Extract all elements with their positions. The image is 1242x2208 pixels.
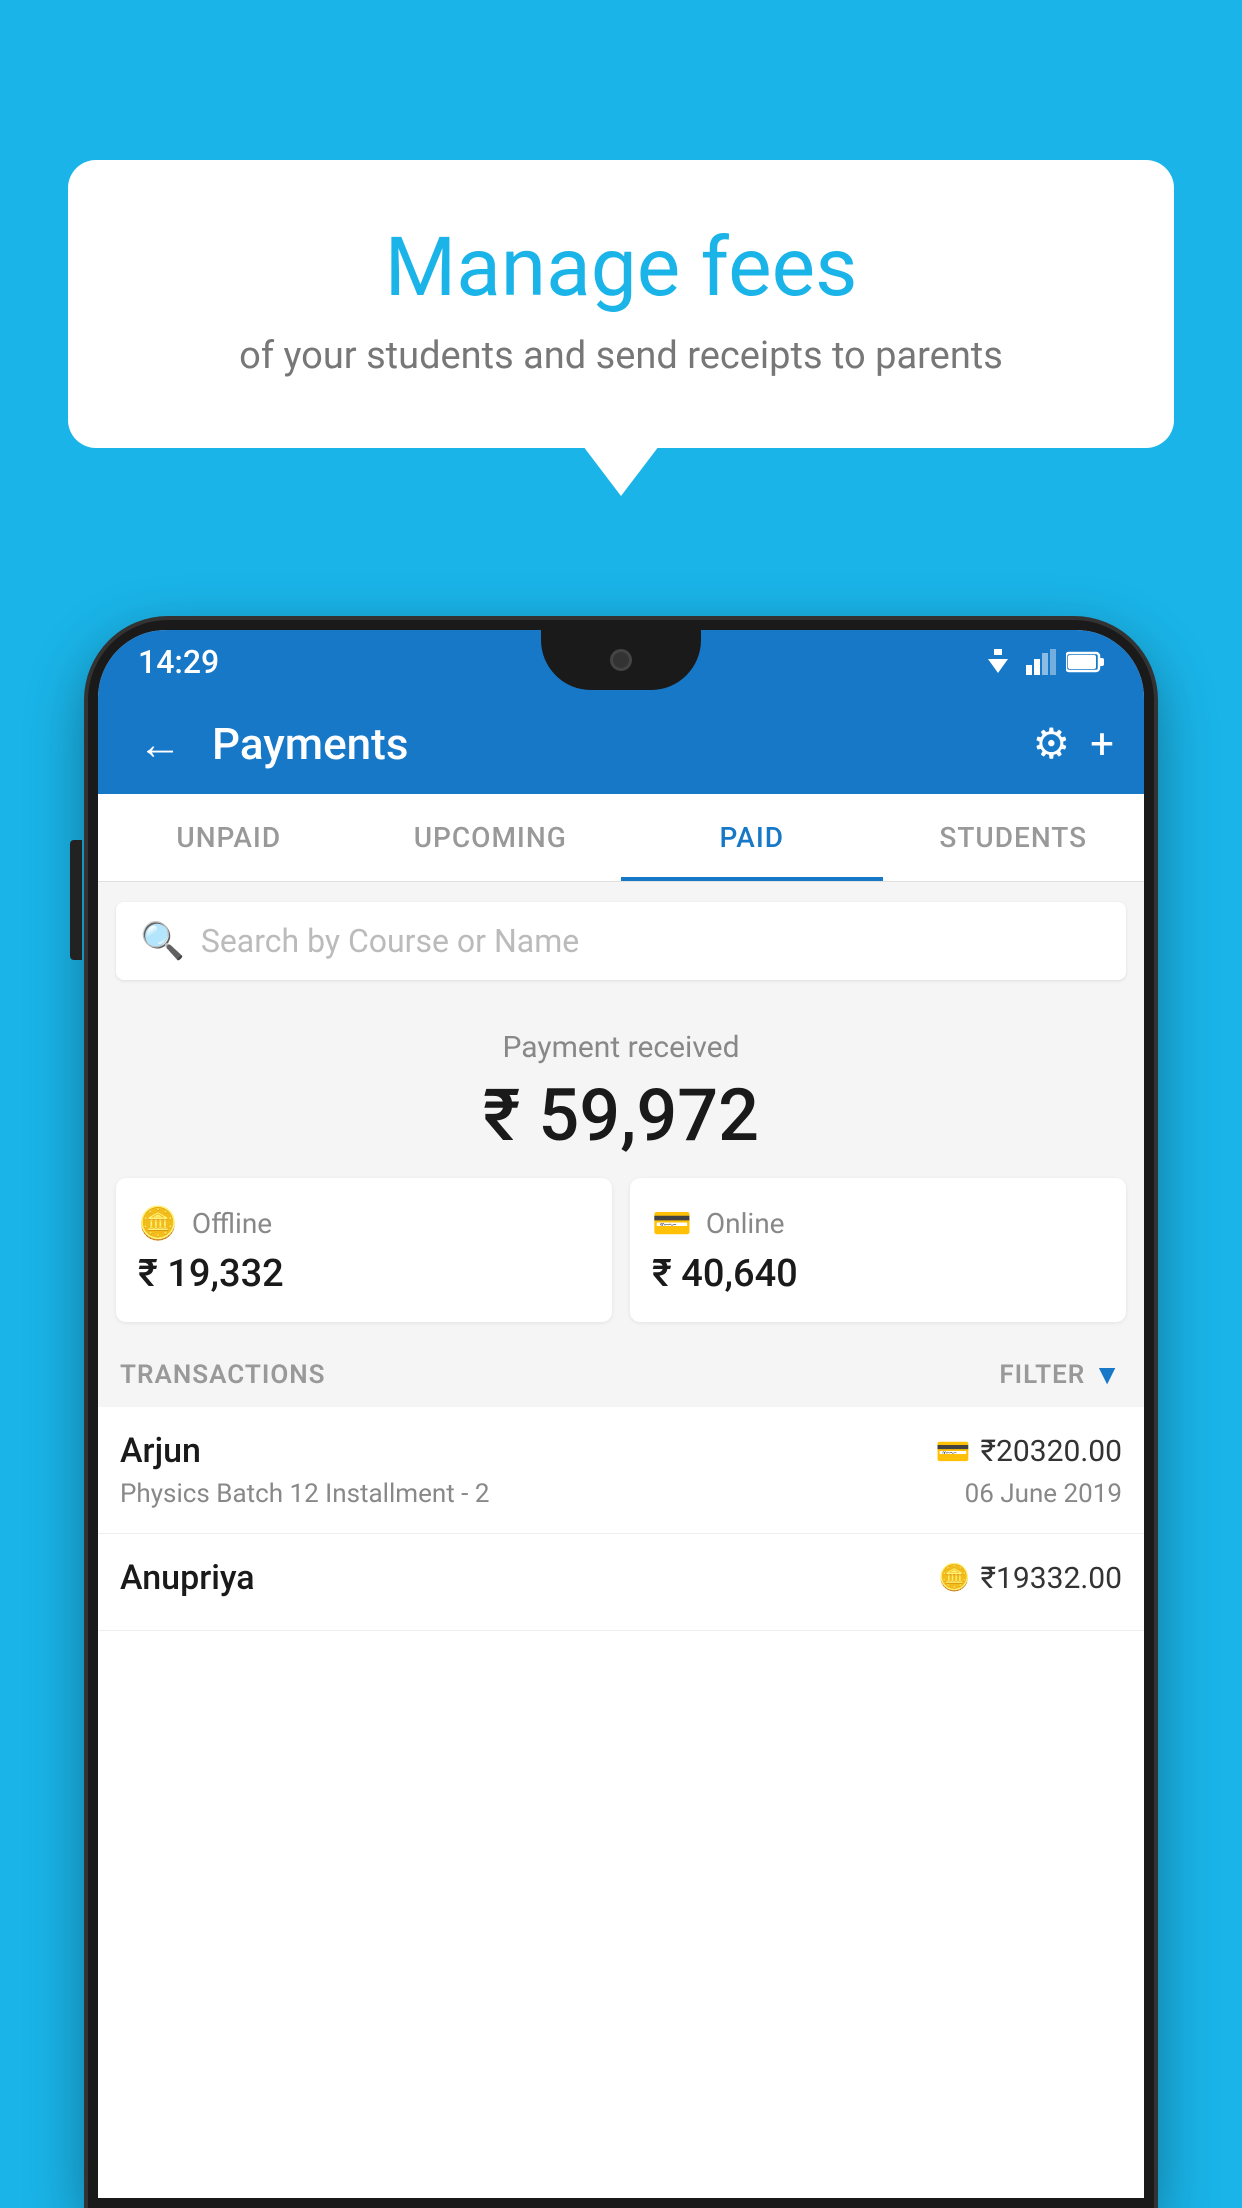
payment-cards: 🪙 Offline ₹ 19,332 💳 Online ₹ 40,640 (98, 1178, 1144, 1342)
speech-bubble: Manage fees of your students and send re… (68, 160, 1174, 448)
tab-students[interactable]: STUDENTS (883, 794, 1145, 881)
phone-frame: 14:29 (88, 620, 1154, 2208)
online-payment-icon: 💳 (936, 1435, 971, 1468)
offline-card-header: 🪙 Offline (138, 1204, 590, 1242)
online-card: 💳 Online ₹ 40,640 (630, 1178, 1126, 1322)
filter-button[interactable]: FILTER ▼ (999, 1358, 1122, 1391)
filter-icon: ▼ (1093, 1358, 1122, 1391)
bubble-subtitle: of your students and send receipts to pa… (118, 334, 1124, 378)
online-label: Online (706, 1207, 785, 1240)
offline-payment-icon: 🪙 (938, 1563, 970, 1593)
offline-icon: 🪙 (138, 1204, 178, 1242)
tabs: UNPAID UPCOMING PAID STUDENTS (98, 794, 1144, 882)
battery-icon (1066, 651, 1104, 673)
transaction-amount-wrap-2: 🪙 ₹19332.00 (938, 1561, 1122, 1596)
status-time: 14:29 (138, 643, 219, 681)
transaction-top-2: Anupriya 🪙 ₹19332.00 (120, 1558, 1122, 1598)
transaction-name-1: Arjun (120, 1431, 201, 1471)
content-area: 🔍 Search by Course or Name Payment recei… (98, 882, 1144, 1631)
table-row[interactable]: Arjun 💳 ₹20320.00 Physics Batch 12 Insta… (98, 1407, 1144, 1534)
app-bar-title: Payments (212, 718, 1013, 770)
notch (541, 630, 701, 690)
tab-unpaid[interactable]: UNPAID (98, 794, 360, 881)
signal-icon (1026, 649, 1056, 675)
search-bar[interactable]: 🔍 Search by Course or Name (116, 902, 1126, 980)
offline-label: Offline (192, 1207, 272, 1240)
transactions-header: TRANSACTIONS FILTER ▼ (98, 1342, 1144, 1407)
wifi-icon (980, 649, 1016, 675)
settings-icon[interactable]: ⚙ (1033, 719, 1071, 769)
search-input[interactable]: Search by Course or Name (201, 922, 579, 960)
online-amount: ₹ 40,640 (652, 1252, 1104, 1296)
credit-card-icon: 💳 (652, 1204, 692, 1242)
table-row[interactable]: Anupriya 🪙 ₹19332.00 (98, 1534, 1144, 1631)
back-button[interactable]: ← (128, 708, 192, 780)
transaction-date-1: 06 June 2019 (965, 1479, 1122, 1509)
search-icon: 🔍 (140, 920, 185, 962)
offline-card: 🪙 Offline ₹ 19,332 (116, 1178, 612, 1322)
status-bar: 14:29 (98, 630, 1144, 694)
bubble-title: Manage fees (118, 220, 1124, 316)
payment-received-section: Payment received ₹ 59,972 (98, 1000, 1144, 1178)
transaction-top-1: Arjun 💳 ₹20320.00 (120, 1431, 1122, 1471)
transaction-name-2: Anupriya (120, 1558, 255, 1598)
transactions-list: Arjun 💳 ₹20320.00 Physics Batch 12 Insta… (98, 1407, 1144, 1631)
app-bar-icons: ⚙ + (1033, 719, 1115, 769)
transactions-label: TRANSACTIONS (120, 1360, 326, 1390)
payment-total: ₹ 59,972 (118, 1073, 1124, 1158)
add-icon[interactable]: + (1090, 720, 1114, 769)
offline-amount: ₹ 19,332 (138, 1252, 590, 1296)
transaction-amount-2: ₹19332.00 (981, 1561, 1122, 1596)
tab-upcoming[interactable]: UPCOMING (360, 794, 622, 881)
transaction-bottom-1: Physics Batch 12 Installment - 2 06 June… (120, 1479, 1122, 1509)
payment-label: Payment received (118, 1030, 1124, 1065)
online-card-header: 💳 Online (652, 1204, 1104, 1242)
phone-screen: 14:29 (98, 630, 1144, 2198)
app-bar: ← Payments ⚙ + (98, 694, 1144, 794)
transaction-amount-1: ₹20320.00 (981, 1434, 1122, 1469)
transaction-amount-wrap-1: 💳 ₹20320.00 (936, 1434, 1122, 1469)
tab-paid[interactable]: PAID (621, 794, 883, 881)
camera-dot (610, 649, 632, 671)
status-icons (980, 649, 1104, 675)
filter-label: FILTER (999, 1360, 1085, 1390)
transaction-course-1: Physics Batch 12 Installment - 2 (120, 1479, 489, 1509)
